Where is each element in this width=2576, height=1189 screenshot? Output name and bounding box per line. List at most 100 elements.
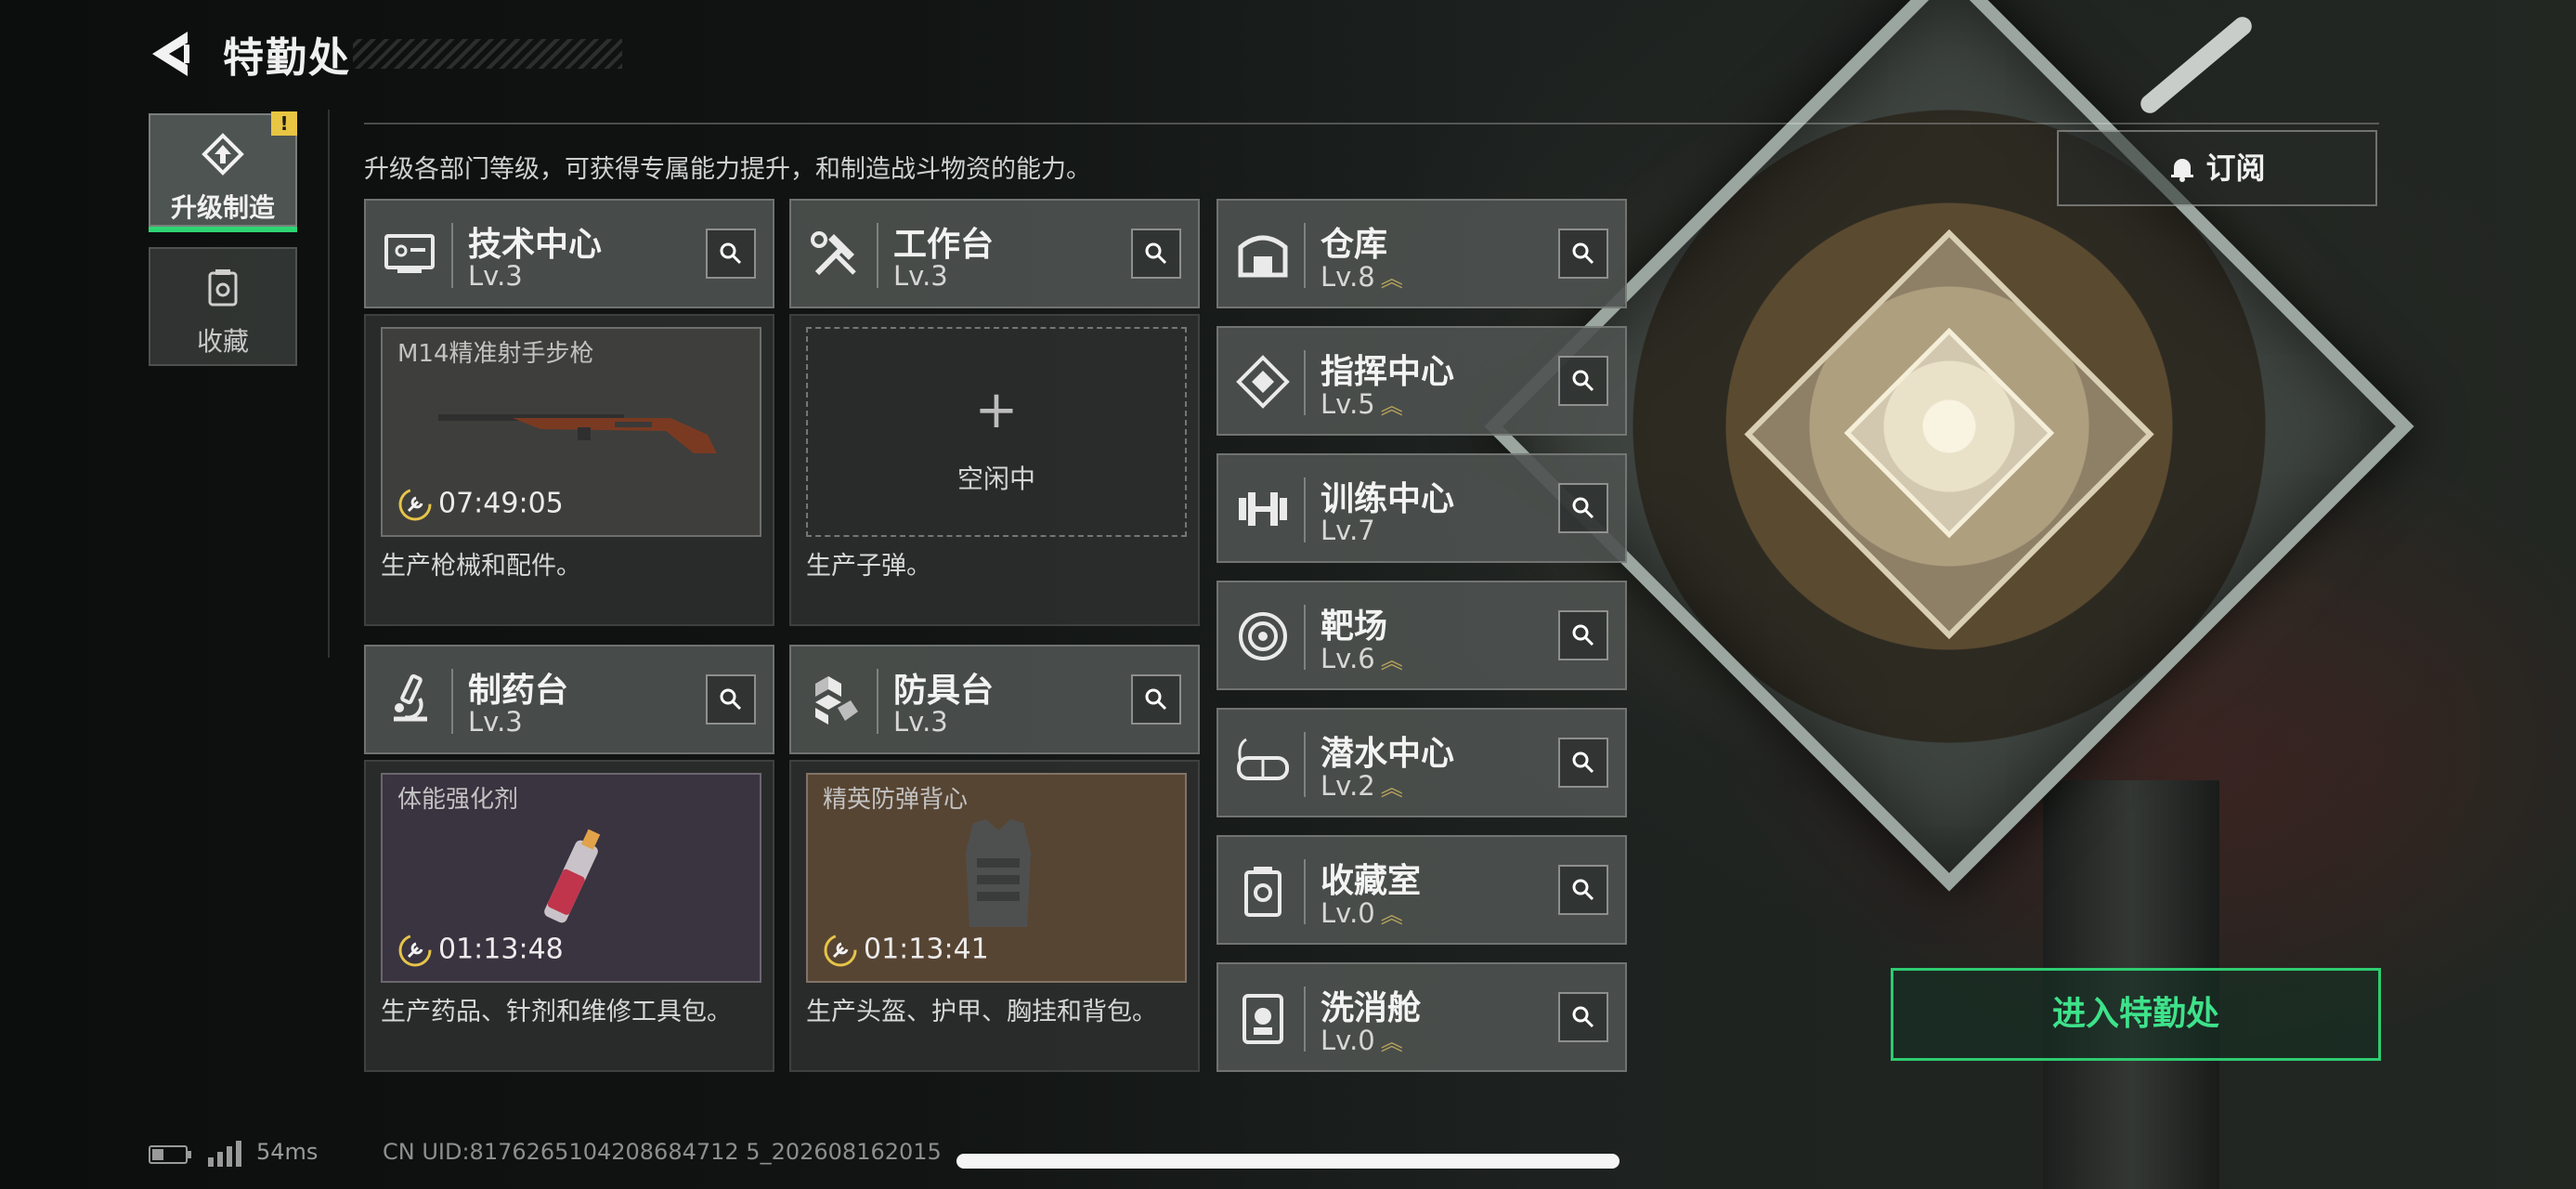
active-tab-indicator — [149, 227, 297, 232]
rifle-image — [438, 414, 717, 453]
inspect-button[interactable] — [1558, 610, 1608, 660]
facility-shooting-range[interactable]: 靶场 Lv.6 ︽ — [1216, 581, 1627, 690]
divider-vertical — [328, 110, 330, 658]
separator — [1304, 859, 1306, 924]
production-slot[interactable]: 体能强化剂 01:13:48 — [381, 773, 761, 983]
idle-label: 空闲中 — [956, 464, 1035, 494]
workbench-header[interactable]: 工作台 Lv.3 — [789, 199, 1200, 308]
facility-level: Lv.7 — [1321, 515, 1375, 546]
facility-level: Lv.0 ︽ — [1321, 1025, 1403, 1056]
inspect-button[interactable] — [1558, 229, 1608, 279]
inspect-button[interactable] — [1558, 356, 1608, 406]
tab-label: 收藏 — [196, 326, 249, 357]
home-indicator[interactable] — [956, 1154, 1620, 1169]
timer-value: 01:13:41 — [864, 933, 989, 966]
search-icon — [720, 688, 742, 711]
ping-value: 54ms — [256, 1139, 319, 1165]
pharmacy-body: 体能强化剂 01:13:48 生产药品、针剂和维修工具包。 — [364, 760, 774, 1072]
collection-room-icon — [1244, 867, 1281, 917]
timer-value: 01:13:48 — [438, 933, 564, 966]
bell-icon — [2171, 159, 2194, 182]
empty-production-slot[interactable]: + 空闲中 — [806, 327, 1187, 537]
facility-warehouse[interactable]: 仓库 Lv.8 ︽ — [1216, 199, 1627, 308]
upgrade-available-icon: ︽ — [1380, 393, 1403, 419]
inspect-button[interactable] — [706, 674, 756, 725]
facility-name: 洗消舱 — [1321, 989, 1422, 1027]
facility-name: 潜水中心 — [1321, 735, 1455, 773]
production-timer: 01:13:48 — [397, 933, 564, 968]
battery-icon — [149, 1145, 191, 1164]
inspect-button[interactable] — [1131, 229, 1181, 279]
vest-image — [966, 819, 1031, 927]
facility-level: Lv.5 ︽ — [1321, 388, 1403, 420]
signal-icon — [208, 1141, 241, 1167]
department-description: 生产子弹。 — [806, 552, 931, 581]
divider — [364, 123, 2379, 124]
inspect-button[interactable] — [1558, 992, 1608, 1042]
separator — [1304, 605, 1306, 670]
production-slot[interactable]: 精英防弹背心 01:13:41 — [806, 773, 1187, 983]
search-icon — [1572, 497, 1594, 519]
diving-mask-icon — [1237, 738, 1289, 780]
timer-value: 07:49:05 — [438, 487, 564, 520]
separator — [877, 669, 878, 734]
workbench-body: + 空闲中 生产子弹。 — [789, 314, 1200, 626]
inspect-button[interactable] — [1558, 483, 1608, 533]
search-icon — [1572, 242, 1594, 265]
search-icon — [1572, 370, 1594, 392]
upgrade-available-icon: ︽ — [1380, 1029, 1403, 1055]
facility-training-center[interactable]: 训练中心 Lv.7 — [1216, 453, 1627, 563]
command-icon — [1236, 355, 1290, 409]
facility-decontamination[interactable]: 洗消舱 Lv.0 ︽ — [1216, 962, 1627, 1072]
microscope-icon — [394, 673, 427, 722]
inspect-button[interactable] — [1131, 674, 1181, 725]
facility-command-center[interactable]: 指挥中心 Lv.5 ︽ — [1216, 326, 1627, 436]
search-icon — [1572, 751, 1594, 774]
wrench-timer-icon — [398, 488, 432, 521]
product-name: M14精准射手步枪 — [397, 340, 594, 368]
product-name: 精英防弹背心 — [823, 786, 969, 814]
separator — [1304, 223, 1306, 288]
facility-level: Lv.2 ︽ — [1321, 770, 1403, 802]
page-description: 升级各部门等级，可获得专属能力提升，和制造战斗物资的能力。 — [364, 155, 1091, 184]
upgrade-available-icon: ︽ — [1380, 902, 1403, 928]
tech-center-header[interactable]: 技术中心 Lv.3 — [364, 199, 774, 308]
subscribe-label: 订阅 — [2205, 150, 2266, 186]
facility-name: 收藏室 — [1321, 862, 1422, 900]
inspect-button[interactable] — [706, 229, 756, 279]
facility-diving-center[interactable]: 潜水中心 Lv.2 ︽ — [1216, 708, 1627, 817]
search-icon — [1572, 879, 1594, 901]
enter-special-ops-button[interactable]: 进入特勤处 — [1891, 968, 2381, 1061]
armor-bench-header[interactable]: 防具台 Lv.3 — [789, 645, 1200, 754]
upgrade-available-icon: ︽ — [1380, 775, 1403, 801]
pharmacy-header[interactable]: 制药台 Lv.3 — [364, 645, 774, 754]
back-arrow-icon[interactable] — [147, 28, 193, 80]
armor-blocks-icon — [815, 676, 858, 725]
production-timer: 01:13:41 — [823, 933, 989, 968]
upgrade-available-icon: ︽ — [1380, 647, 1403, 673]
armor-bench-body: 精英防弹背心 01:13:41 生产头盔、护甲、胸挂和背包。 — [789, 760, 1200, 1072]
facility-collection-room[interactable]: 收藏室 Lv.0 ︽ — [1216, 835, 1627, 945]
inspect-button[interactable] — [1558, 738, 1608, 788]
facility-name: 仓库 — [1321, 226, 1388, 264]
department-level: Lv.3 — [893, 706, 948, 738]
separator — [1304, 477, 1306, 542]
upgrade-available-icon: ︽ — [1380, 266, 1403, 292]
tab-collection[interactable]: 收藏 — [149, 247, 297, 366]
production-slot[interactable]: M14精准射手步枪 07:49:05 — [381, 327, 761, 537]
separator — [877, 223, 878, 288]
search-icon — [1145, 242, 1167, 265]
search-icon — [1145, 688, 1167, 711]
user-id: CN UID:8176265104208684712 5_20260816201… — [383, 1139, 942, 1165]
wrench-timer-icon — [824, 934, 857, 967]
subscribe-button[interactable]: 订阅 — [2057, 130, 2377, 206]
facility-level: Lv.8 ︽ — [1321, 261, 1403, 293]
tab-label: 升级制造 — [170, 192, 275, 223]
syringe-image — [544, 829, 601, 923]
collection-icon — [208, 269, 238, 307]
target-icon — [1239, 612, 1287, 660]
department-description: 生产头盔、护甲、胸挂和背包。 — [806, 998, 1157, 1026]
inspect-button[interactable] — [1558, 865, 1608, 915]
department-description: 生产枪械和配件。 — [381, 552, 581, 581]
separator — [1304, 986, 1306, 1052]
